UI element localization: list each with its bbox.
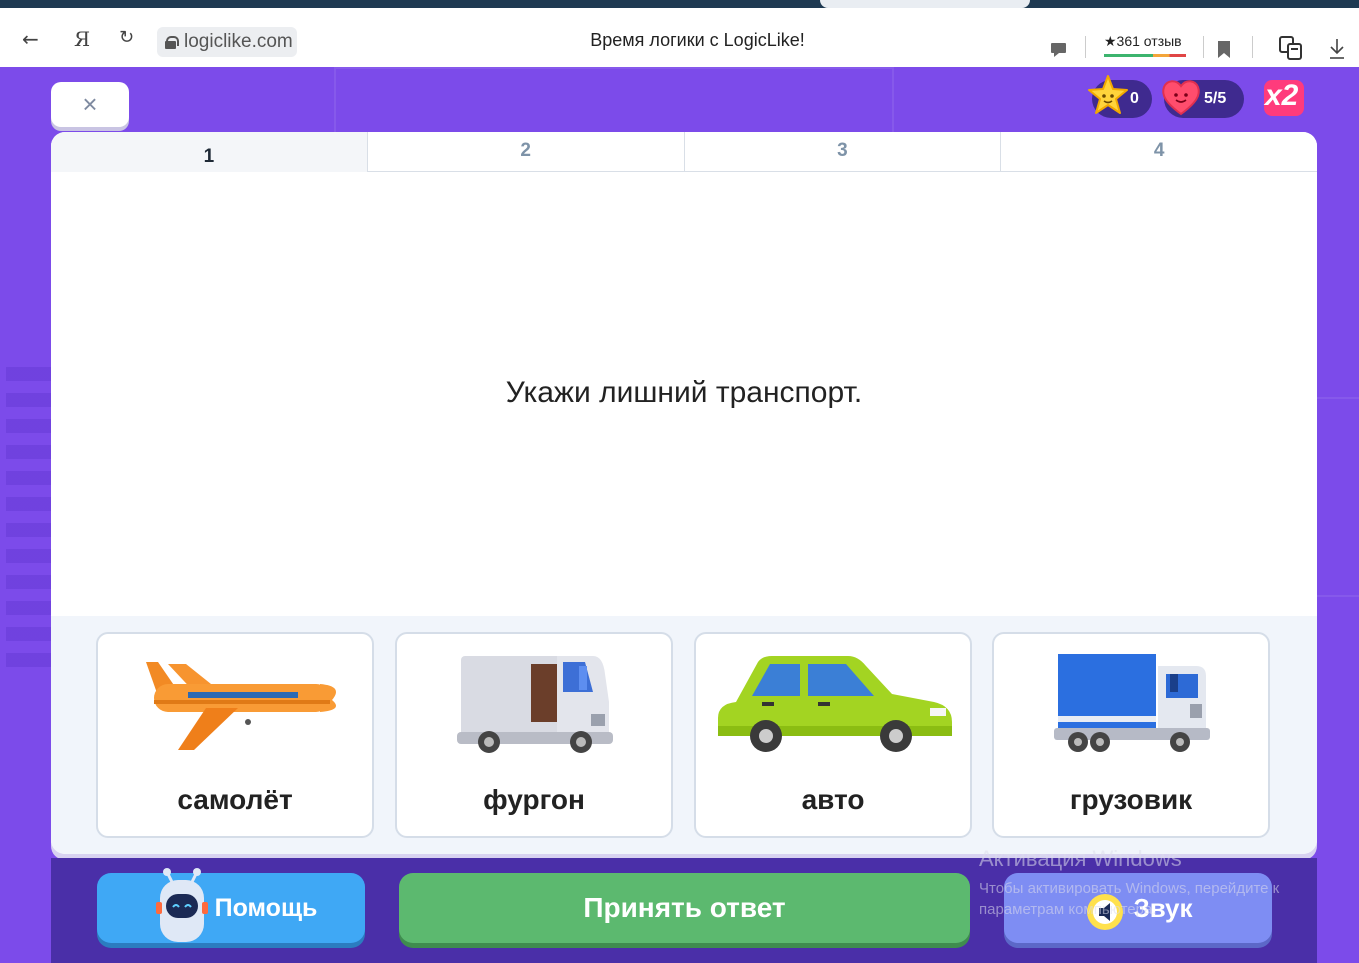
option-label: авто bbox=[801, 784, 865, 815]
truck-icon bbox=[1054, 654, 1210, 752]
multiplier-badge: x2 bbox=[1265, 79, 1299, 112]
task-card: 1 2 3 4 Укажи лишний транспорт. самолёт bbox=[51, 132, 1317, 854]
help-button[interactable]: Помощь bbox=[97, 873, 365, 943]
option-car[interactable]: авто bbox=[694, 632, 972, 838]
toolbar-divider bbox=[1252, 36, 1253, 58]
accept-answer-button[interactable]: Принять ответ bbox=[399, 873, 970, 943]
browser-toolbar: ← Я ↻ logiclike.com Время логики с Logic… bbox=[0, 0, 1359, 67]
windows-activation-watermark: Активация Windows bbox=[979, 846, 1182, 871]
help-button-label: Помощь bbox=[214, 893, 318, 922]
close-button[interactable]: × bbox=[51, 82, 129, 127]
translate-icon[interactable] bbox=[1278, 35, 1304, 61]
bookmark-icon[interactable] bbox=[1218, 41, 1230, 58]
star-icon bbox=[1088, 75, 1128, 114]
chat-icon[interactable] bbox=[1051, 43, 1066, 57]
background-decoration bbox=[334, 67, 894, 137]
tab-3[interactable]: 3 bbox=[683, 132, 1001, 172]
option-label: грузовик bbox=[1069, 784, 1193, 815]
option-truck[interactable]: грузовик bbox=[992, 632, 1270, 838]
option-label: фургон bbox=[483, 784, 585, 815]
tab-1[interactable]: 1 bbox=[51, 132, 367, 172]
download-icon[interactable] bbox=[1329, 38, 1345, 60]
option-airplane[interactable]: самолёт bbox=[96, 632, 374, 838]
heart-icon bbox=[1162, 80, 1200, 116]
car-icon bbox=[718, 656, 952, 752]
toolbar-divider bbox=[1085, 36, 1086, 58]
tab-4[interactable]: 4 bbox=[1000, 132, 1317, 172]
van-icon bbox=[457, 656, 613, 753]
accept-button-label: Принять ответ bbox=[583, 892, 786, 923]
windows-activation-subtitle: Чтобы активировать Windows, перейдите к … bbox=[979, 880, 1280, 918]
question-text: Укажи лишний транспорт. bbox=[505, 376, 863, 409]
answer-options: самолёт фургон авто грузовик bbox=[51, 616, 1317, 854]
option-label: самолёт bbox=[177, 784, 293, 815]
lives-count: 5/5 bbox=[1204, 90, 1227, 107]
option-van[interactable]: фургон bbox=[395, 632, 673, 838]
browser-tab-accent bbox=[820, 0, 1030, 8]
question-tabs: 1 2 3 4 bbox=[51, 132, 1317, 172]
robot-mascot-icon bbox=[156, 868, 208, 942]
toolbar-divider bbox=[1203, 36, 1204, 58]
tab-2[interactable]: 2 bbox=[366, 132, 684, 172]
reviews-rating-bar bbox=[1104, 54, 1186, 57]
reviews-badge[interactable]: ★361 отзыв bbox=[1104, 33, 1182, 50]
stars-count: 0 bbox=[1130, 90, 1139, 107]
airplane-icon bbox=[146, 662, 336, 750]
background-decoration bbox=[6, 367, 54, 667]
